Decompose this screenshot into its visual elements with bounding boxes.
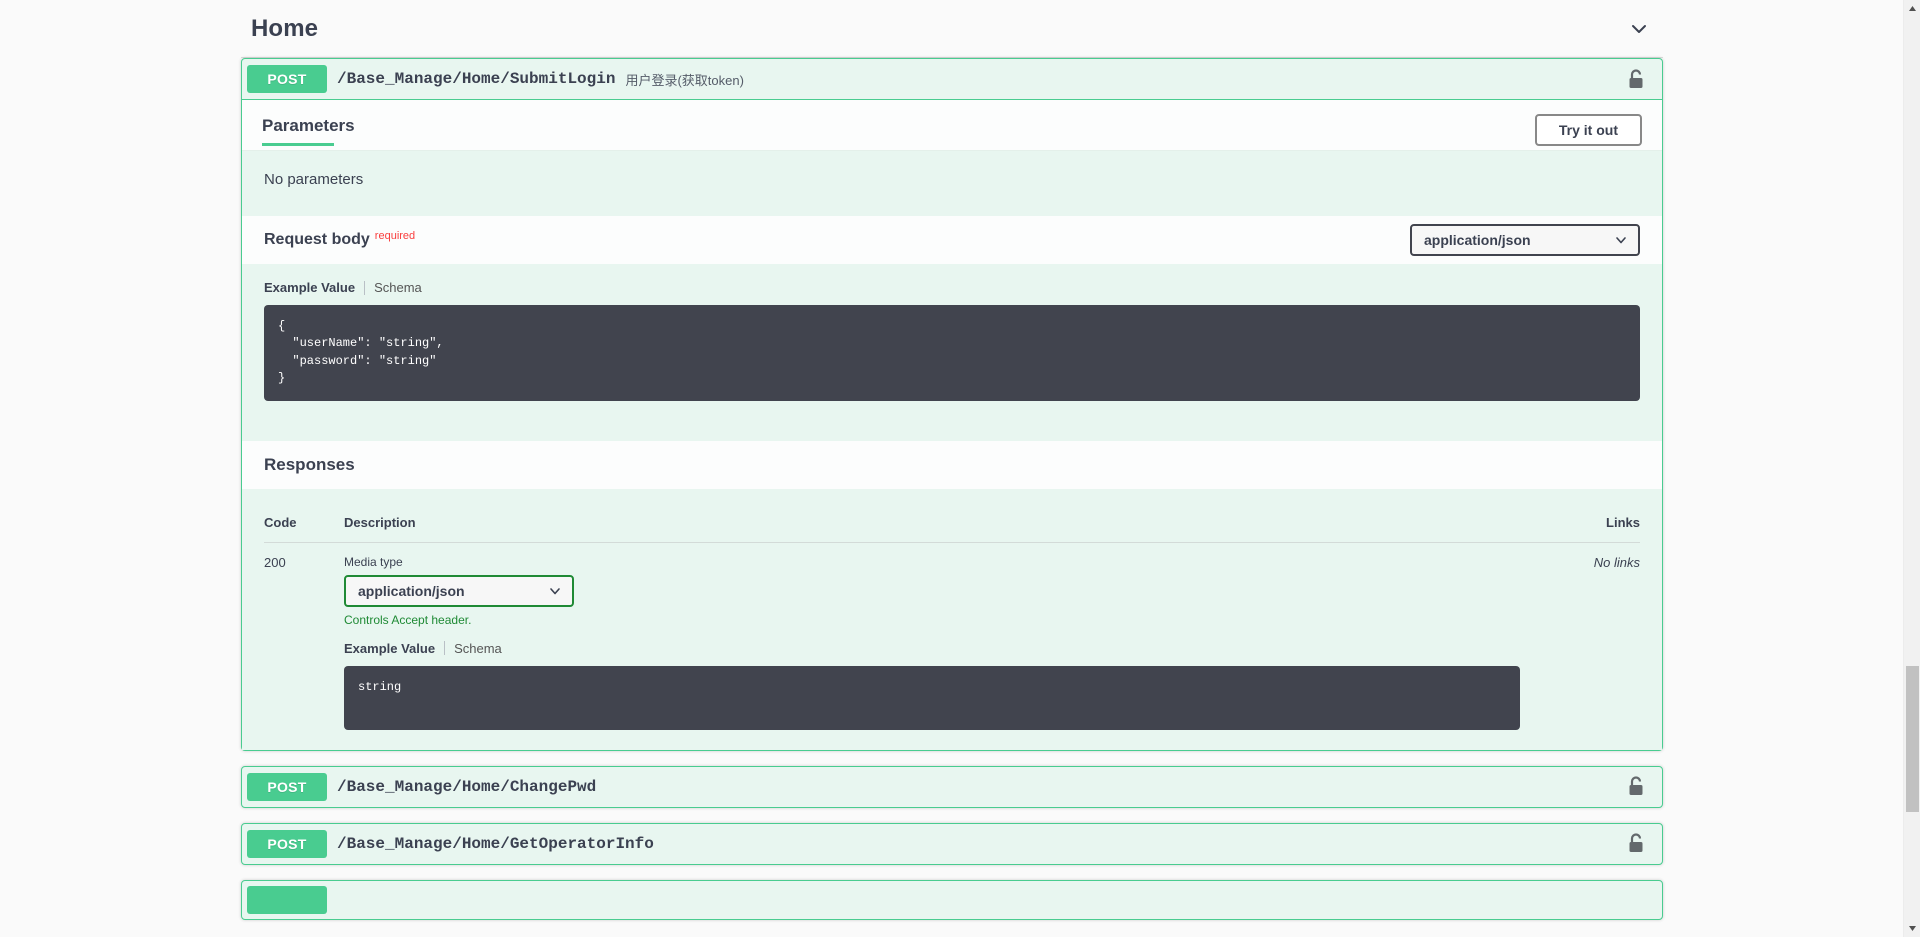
controls-accept-header-note: Controls Accept header.: [344, 612, 472, 627]
vertical-scrollbar[interactable]: [1903, 0, 1920, 937]
operation-summary[interactable]: POST /Base_Manage/Home/GetOperatorInfo: [242, 824, 1662, 864]
operation-block-getoperatorinfo[interactable]: POST /Base_Manage/Home/GetOperatorInfo: [241, 822, 1663, 865]
request-content-type-wrap: application/json: [1410, 224, 1640, 256]
request-content-type-select[interactable]: application/json: [1410, 224, 1640, 256]
responses-body: Code Description Links 200 Media type ap…: [242, 488, 1662, 750]
operation-description: 用户登录(获取token): [625, 72, 744, 88]
parameters-header: Parameters Try it out: [242, 100, 1662, 150]
operation-path: /Base_Manage/Home/ChangePwd: [337, 777, 597, 796]
operation-body: Parameters Try it out No parameters Requ…: [242, 100, 1662, 750]
tab-divider: [444, 641, 446, 656]
content-wrapper: Home POST /Base_Manage/Home/SubmitLogin …: [241, 0, 1663, 935]
response-example-schema-tabs: Example Value Schema: [344, 641, 1520, 656]
tab-example-value[interactable]: Example Value: [344, 641, 435, 656]
operation-block-partial[interactable]: [241, 879, 1663, 920]
request-body-example-section: Example Value Schema { "userName": "stri…: [242, 264, 1662, 441]
response-media-type-wrap: application/json: [344, 574, 574, 607]
tab-schema[interactable]: Schema: [454, 641, 502, 656]
http-method-badge: [247, 885, 327, 914]
example-schema-tabs: Example Value Schema: [264, 280, 1640, 295]
tab-parameters[interactable]: Parameters: [262, 116, 355, 146]
column-header-code: Code: [264, 502, 344, 543]
response-example-wrap: Example Value Schema string: [344, 641, 1520, 730]
responses-title: Responses: [242, 440, 1662, 489]
response-description-cell: Media type application/json Controls Acc…: [344, 542, 1520, 730]
response-links: No links: [1593, 554, 1640, 570]
request-body-example-code: { "userName": "string", "password": "str…: [264, 305, 1640, 401]
responses-table: Code Description Links 200 Media type ap…: [264, 502, 1640, 730]
unlocked-padlock-icon[interactable]: [1621, 64, 1651, 94]
http-method-badge: POST: [247, 772, 327, 801]
table-row: 200 Media type application/json Controls…: [264, 542, 1640, 730]
tag-header[interactable]: Home: [241, 0, 1663, 58]
request-body-header: Request body required application/json: [242, 216, 1662, 264]
required-badge: required: [374, 230, 416, 242]
response-code: 200: [264, 554, 286, 570]
operation-path: /Base_Manage/Home/SubmitLogin: [337, 70, 616, 88]
scrollbar-thumb[interactable]: [1906, 666, 1919, 812]
operation-summary[interactable]: [242, 881, 1662, 919]
response-media-type-select[interactable]: application/json: [344, 574, 574, 607]
scroll-down-arrow-icon[interactable]: [1904, 920, 1920, 937]
http-method-badge: POST: [247, 65, 327, 93]
tab-divider: [364, 280, 366, 295]
unlocked-padlock-icon[interactable]: [1621, 829, 1651, 859]
http-method-badge: POST: [247, 829, 327, 858]
response-example-code: string: [344, 665, 1520, 730]
column-header-description: Description: [344, 502, 1520, 543]
operation-summary[interactable]: POST /Base_Manage/Home/SubmitLogin 用户登录(…: [242, 59, 1662, 100]
operation-path: /Base_Manage/Home/GetOperatorInfo: [337, 834, 654, 853]
try-it-out-button[interactable]: Try it out: [1534, 114, 1642, 146]
no-parameters-text: No parameters: [242, 150, 1662, 216]
operation-block-changepwd[interactable]: POST /Base_Manage/Home/ChangePwd: [241, 765, 1663, 808]
request-body-title: Request body: [264, 231, 370, 248]
column-header-links: Links: [1520, 502, 1640, 543]
page-title: Home: [251, 14, 319, 42]
swagger-ui-page: Home POST /Base_Manage/Home/SubmitLogin …: [0, 0, 1920, 937]
responses-table-header-row: Code Description Links: [264, 502, 1640, 543]
media-type-label: Media type: [344, 554, 403, 569]
chevron-down-icon[interactable]: [1625, 15, 1653, 43]
tab-schema[interactable]: Schema: [374, 280, 422, 295]
scroll-up-arrow-icon[interactable]: [1904, 0, 1920, 17]
operation-block-submitlogin: POST /Base_Manage/Home/SubmitLogin 用户登录(…: [241, 58, 1663, 751]
unlocked-padlock-icon[interactable]: [1621, 772, 1651, 802]
request-body-label: Request body required: [264, 230, 416, 249]
tab-example-value[interactable]: Example Value: [264, 280, 355, 295]
operation-summary[interactable]: POST /Base_Manage/Home/ChangePwd: [242, 767, 1662, 807]
